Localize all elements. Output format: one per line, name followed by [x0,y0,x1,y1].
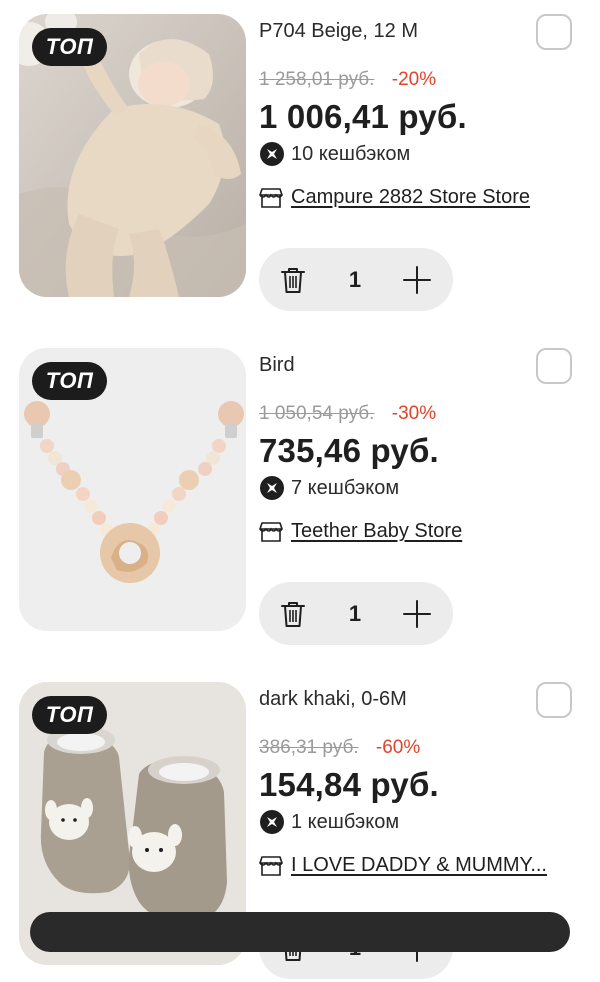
cart-item: ТОП P704 Beige, 12 M 1 258,01 руб. -20% … [0,14,600,314]
discount-badge: -60% [375,737,421,758]
cashback-icon [259,475,285,501]
cashback-icon [259,141,285,167]
top-badge: ТОП [32,362,107,400]
cashback-label: 7 кешбэком [291,476,400,499]
store-link[interactable]: Campure 2882 Store Store [259,186,530,209]
quantity-stepper: 1 [259,248,453,311]
cart-item-list: ТОП P704 Beige, 12 M 1 258,01 руб. -20% … [0,0,600,979]
select-checkbox[interactable] [536,682,572,718]
cashback-info: 1 кешбэком [259,809,399,835]
quantity-stepper: 1 [259,582,453,645]
discount-badge: -30% [391,403,437,424]
select-checkbox[interactable] [536,348,572,384]
cashback-label: 10 кешбэком [291,142,411,165]
store-icon [259,521,283,543]
select-checkbox[interactable] [536,14,572,50]
current-price: 154,84 руб. [259,766,439,803]
top-badge: ТОП [32,696,107,734]
trash-icon[interactable] [277,598,309,630]
store-link[interactable]: I LOVE DADDY & MUMMY... [259,854,547,877]
store-name[interactable]: I LOVE DADDY & MUMMY... [291,854,547,877]
quantity-value: 1 [348,267,362,292]
store-icon [259,187,283,209]
cart-item: ТОП Bird 1 050,54 руб. -30% 735,46 руб. … [0,348,600,648]
store-icon [259,855,283,877]
plus-icon[interactable] [401,598,433,630]
top-badge: ТОП [32,28,107,66]
product-title: P704 Beige, 12 M [259,20,418,42]
price-row: 1 258,01 руб. -20% [259,69,436,91]
plus-icon[interactable] [401,264,433,296]
bottom-action-bar[interactable] [30,912,570,952]
current-price: 735,46 руб. [259,432,439,469]
old-price: 1 050,54 руб. [259,403,375,424]
cashback-label: 1 кешбэком [291,810,400,833]
store-name[interactable]: Teether Baby Store [291,520,462,543]
current-price: 1 006,41 руб. [259,98,467,135]
old-price: 386,31 руб. [259,737,359,758]
discount-badge: -20% [391,69,437,90]
product-title: dark khaki, 0-6M [259,688,407,710]
price-row: 386,31 руб. -60% [259,737,420,759]
cashback-info: 7 кешбэком [259,475,399,501]
product-title: Bird [259,354,295,376]
old-price: 1 258,01 руб. [259,69,375,90]
cashback-info: 10 кешбэком [259,141,410,167]
quantity-value: 1 [348,601,362,626]
cashback-icon [259,809,285,835]
trash-icon[interactable] [277,264,309,296]
price-row: 1 050,54 руб. -30% [259,403,436,425]
store-name[interactable]: Campure 2882 Store Store [291,186,530,209]
store-link[interactable]: Teether Baby Store [259,520,462,543]
